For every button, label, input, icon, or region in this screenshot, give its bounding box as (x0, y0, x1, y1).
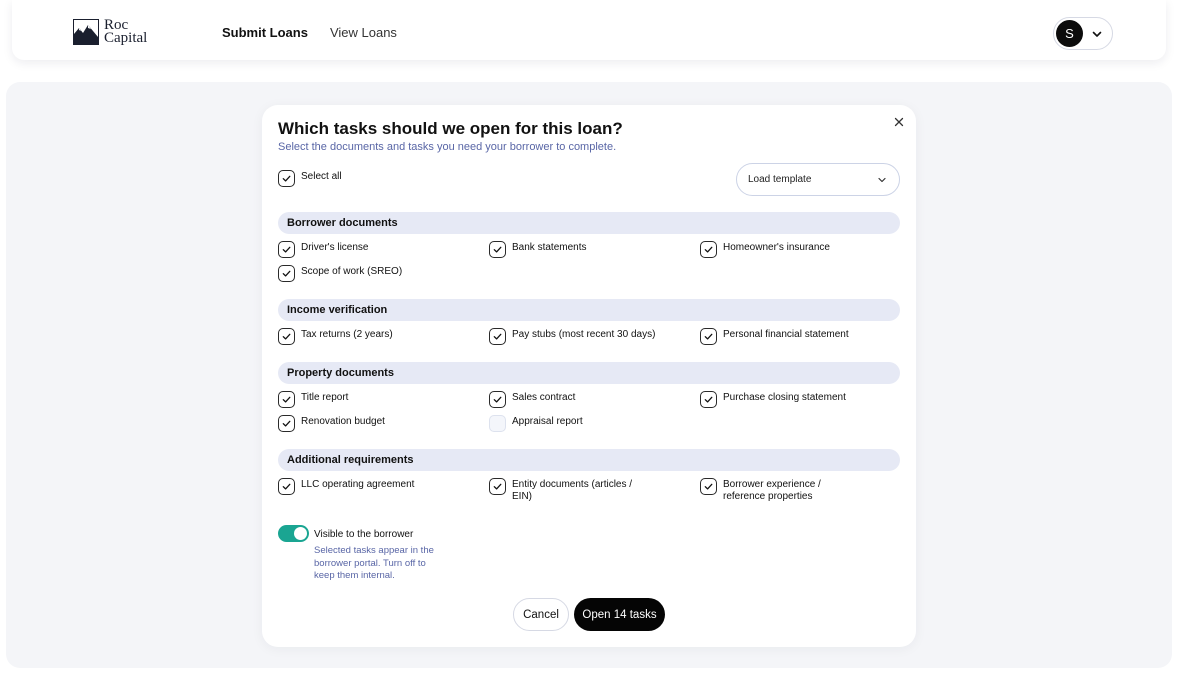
checkbox[interactable] (489, 391, 506, 408)
checkbox[interactable] (700, 478, 717, 495)
checkbox[interactable] (700, 241, 717, 258)
logo-wordmark: Roc Capital (104, 18, 148, 46)
checkbox[interactable] (489, 241, 506, 258)
nav-submit-loans[interactable]: Submit Loans (222, 25, 308, 40)
toggle-knob (294, 527, 307, 540)
checkbox-label: Renovation budget (301, 416, 385, 427)
checkbox[interactable] (278, 170, 295, 187)
visible-to-borrower-toggle[interactable] (278, 525, 309, 542)
checkbox-label: Tax returns (2 years) (301, 329, 393, 340)
select-all-checkbox[interactable]: Select all (278, 170, 342, 187)
checkbox-label: Entity documents (articles / EIN) (512, 479, 633, 502)
checkmark-icon (493, 246, 502, 253)
checkmark-icon (704, 333, 713, 340)
checkbox-label: Homeowner's insurance (723, 242, 830, 253)
checkmark-icon (282, 483, 291, 490)
checkbox[interactable] (489, 478, 506, 495)
checkmark-icon (282, 396, 291, 403)
checkmark-icon (493, 483, 502, 490)
chevron-down-icon (878, 177, 886, 183)
chevron-down-icon (1092, 31, 1102, 37)
checkmark-icon (282, 246, 291, 253)
checkbox-label: Appraisal report (512, 416, 583, 427)
checkbox-label: Select all (301, 171, 342, 182)
task-renovation-budget[interactable]: Renovation budget (278, 415, 385, 432)
checkbox-label: Driver's license (301, 242, 369, 253)
task-scope-of-work[interactable]: Scope of work (SREO) (278, 265, 402, 282)
checkbox[interactable] (489, 328, 506, 345)
modal-subtitle: Select the documents and tasks you need … (278, 141, 617, 153)
dropdown-value: Load template (748, 174, 812, 185)
checkmark-icon (704, 396, 713, 403)
checkbox-label: Borrower experience / reference properti… (723, 479, 821, 502)
toggle-help-text: Selected tasks appear in the borrower po… (314, 545, 434, 581)
load-template-dropdown[interactable]: Load template (736, 163, 900, 196)
avatar: S (1056, 20, 1083, 47)
logo-line-2: Capital (104, 30, 148, 46)
open-tasks-button[interactable]: Open 14 tasks (574, 598, 665, 631)
checkbox[interactable] (489, 415, 506, 432)
section-property-documents: Property documents (278, 362, 900, 384)
checkbox[interactable] (278, 265, 295, 282)
checkbox[interactable] (278, 241, 295, 258)
checkbox-label: Title report (301, 392, 349, 403)
checkbox-label: Pay stubs (most recent 30 days) (512, 329, 656, 340)
user-menu-button[interactable]: S (1053, 17, 1113, 50)
checkbox-label: LLC operating agreement (301, 479, 415, 490)
checkbox[interactable] (278, 328, 295, 345)
task-purchase-closing-statement[interactable]: Purchase closing statement (700, 391, 846, 408)
checkmark-icon (282, 270, 291, 277)
checkbox[interactable] (278, 391, 295, 408)
section-income-verification: Income verification (278, 299, 900, 321)
main-nav: Submit Loans View Loans (222, 25, 397, 40)
close-icon[interactable] (892, 115, 906, 129)
checkmark-icon (282, 175, 291, 182)
checkbox-label: Scope of work (SREO) (301, 266, 403, 277)
task-homeowners-insurance[interactable]: Homeowner's insurance (700, 241, 830, 258)
checkbox-label: Purchase closing statement (723, 392, 846, 403)
task-sales-contract[interactable]: Sales contract (489, 391, 575, 408)
checkmark-icon (704, 246, 713, 253)
toggle-label: Visible to the borrower (314, 529, 414, 540)
checkmark-icon (493, 396, 502, 403)
mountain-logo-icon (73, 19, 99, 45)
roc-capital-logo[interactable]: Roc Capital (73, 18, 148, 46)
checkmark-icon (493, 333, 502, 340)
top-navigation-bar: Roc Capital Submit Loans View Loans S (12, 0, 1166, 60)
checkbox-label: Sales contract (512, 392, 576, 403)
task-tax-returns[interactable]: Tax returns (2 years) (278, 328, 393, 345)
checkbox-label: Bank statements (512, 242, 587, 253)
cancel-button[interactable]: Cancel (513, 598, 569, 631)
checkbox-label: Personal financial statement (723, 329, 849, 340)
checkmark-icon (282, 420, 291, 427)
checkbox[interactable] (700, 328, 717, 345)
modal-title: Which tasks should we open for this loan… (278, 119, 623, 138)
task-pay-stubs[interactable]: Pay stubs (most recent 30 days) (489, 328, 655, 345)
checkmark-icon (704, 483, 713, 490)
section-additional-requirements: Additional requirements (278, 449, 900, 471)
task-borrower-experience[interactable]: Borrower experience / reference properti… (700, 478, 840, 503)
task-entity-documents[interactable]: Entity documents (articles / EIN) (489, 478, 639, 503)
task-personal-financial-statement[interactable]: Personal financial statement (700, 328, 849, 345)
task-bank-statements[interactable]: Bank statements (489, 241, 586, 258)
task-drivers-license[interactable]: Driver's license (278, 241, 368, 258)
checkbox[interactable] (278, 478, 295, 495)
checkbox[interactable] (700, 391, 717, 408)
task-llc-operating-agreement[interactable]: LLC operating agreement (278, 478, 414, 495)
task-title-report[interactable]: Title report (278, 391, 348, 408)
checkbox[interactable] (278, 415, 295, 432)
nav-view-loans[interactable]: View Loans (330, 25, 397, 40)
section-borrower-documents: Borrower documents (278, 212, 900, 234)
task-appraisal-report[interactable]: Appraisal report (489, 415, 583, 432)
open-tasks-modal: Which tasks should we open for this loan… (262, 105, 916, 647)
checkmark-icon (282, 333, 291, 340)
